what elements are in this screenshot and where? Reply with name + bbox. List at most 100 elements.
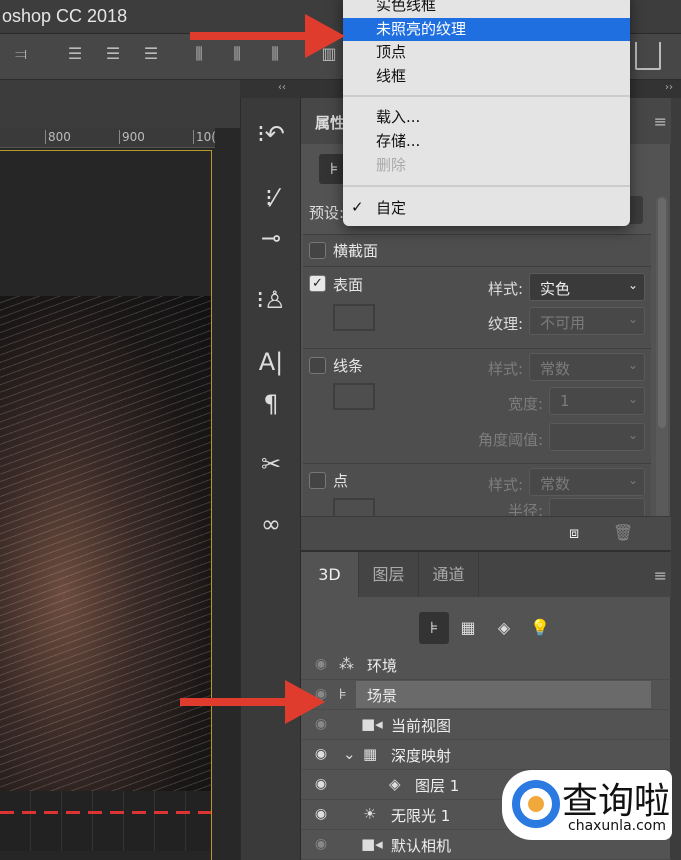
lines-checkbox[interactable]	[309, 357, 326, 374]
lines-angle-field[interactable]: ⌄	[549, 423, 645, 451]
surface-texture-dropdown[interactable]: 不可用 ⌄	[529, 307, 645, 335]
menu-item-load[interactable]: 载入...	[343, 106, 630, 129]
lines-style-dropdown[interactable]: 常数 ⌄	[529, 353, 645, 381]
scrollbar-thumb[interactable]	[658, 198, 666, 428]
watermark-text: 查询啦	[562, 781, 671, 822]
character-icon[interactable]: A|	[241, 342, 301, 382]
menu-item-solid-wireframe[interactable]: 实色线框	[343, 0, 630, 17]
watermark-url: chaxunla.com	[568, 818, 666, 834]
menu-item-vertices[interactable]: 顶点	[343, 41, 630, 64]
filter-material-icon[interactable]: ◈	[489, 612, 519, 644]
eye-icon[interactable]: ◉	[311, 836, 331, 852]
align-top-icon[interactable]: ☰	[64, 44, 86, 66]
tab-layers[interactable]: 图层	[359, 552, 419, 597]
surface-texture-label: 纹理:	[487, 315, 523, 333]
surface-label: 表面	[333, 276, 364, 294]
tree-row-current-view[interactable]: ◉ ■◂ 当前视图	[301, 710, 671, 740]
surface-style-dropdown[interactable]: 实色 ⌄	[529, 273, 645, 301]
chevron-down-icon: ⌄	[627, 392, 638, 406]
chevron-down-icon: ⌄	[627, 312, 638, 326]
lines-style-label: 样式:	[487, 360, 523, 378]
tab-3d[interactable]: 3D	[301, 552, 359, 597]
surface-checkbox[interactable]: ✓	[309, 275, 326, 292]
cross-section-checkbox[interactable]	[309, 242, 326, 259]
distribute-right-icon[interactable]: ⫼	[264, 44, 286, 66]
lines-width-field[interactable]: 1 ⌄	[549, 387, 645, 415]
annotation-arrow	[180, 698, 290, 706]
align-bottom-icon[interactable]: ☰	[140, 44, 162, 66]
camera-icon: ■◂	[361, 715, 383, 733]
brush-presets-icon[interactable]: ⁝⁄	[241, 178, 301, 218]
history-icon[interactable]: ⁝↶	[241, 114, 301, 154]
panel-menu-icon[interactable]: ≡	[654, 566, 667, 585]
menu-item-custom[interactable]: 自定	[343, 197, 630, 220]
surface-style-label: 样式:	[487, 280, 523, 298]
filter-light-icon[interactable]: 💡	[525, 612, 555, 644]
creative-cloud-icon[interactable]: ∞	[241, 504, 301, 544]
scene-icon: ⊧	[339, 685, 347, 703]
adjustments-icon[interactable]: ⊸	[241, 218, 301, 258]
watermark: 查询啦 chaxunla.com	[502, 770, 672, 840]
tool-presets-icon[interactable]: ✂	[241, 444, 301, 484]
eye-icon[interactable]: ◉	[311, 806, 331, 822]
points-color-swatch[interactable]	[333, 498, 375, 518]
chevron-down-icon: ⌄	[627, 358, 638, 372]
chevron-down-icon[interactable]: ⌄	[343, 745, 356, 763]
document-canvas[interactable]	[0, 150, 212, 860]
lines-label: 线条	[333, 357, 364, 375]
panel-menu-icon[interactable]: ≡	[654, 112, 667, 131]
expand-icon[interactable]: ››	[665, 82, 673, 93]
lines-color-swatch[interactable]	[333, 383, 375, 410]
collapse-icon[interactable]: ‹‹	[278, 82, 286, 93]
paragraph-icon[interactable]: ¶	[241, 384, 301, 424]
points-label: 点	[333, 472, 349, 490]
tree-row-scene[interactable]: ◉ ⊧ 场景	[301, 680, 671, 710]
menu-item-wireframe[interactable]: 线框	[343, 65, 630, 88]
points-section: 点 样式: 常数 ⌄ 半径:	[303, 463, 651, 518]
share-icon[interactable]	[635, 42, 661, 70]
points-radius-field[interactable]	[549, 498, 645, 518]
render-icon[interactable]: ⧈	[569, 523, 579, 543]
annotation-arrowhead	[285, 680, 325, 724]
lines-section: 线条 样式: 常数 ⌄ 宽度: 1 ⌄ 角度阈值: ⌄	[303, 348, 651, 463]
points-style-dropdown[interactable]: 常数 ⌄	[529, 468, 645, 496]
tab-channels[interactable]: 通道	[419, 552, 479, 597]
menu-item-delete: 删除	[376, 156, 407, 174]
properties-footer: ⧈ 🗑	[301, 516, 671, 550]
tree-row-depth-map[interactable]: ◉ ⌄ ▦ 深度映射	[301, 740, 671, 770]
mesh-icon: ▦	[363, 745, 378, 763]
horizontal-ruler: 800 900 10(	[0, 128, 216, 148]
surface-texture-value: 不可用	[540, 314, 586, 332]
menu-item-unlit-texture[interactable]: 未照亮的纹理	[343, 18, 630, 41]
ruler-tick: 800	[45, 130, 71, 144]
menu-separator	[343, 185, 630, 187]
menu-item-save[interactable]: 存储...	[343, 130, 630, 153]
distribute-left-icon[interactable]: ⫼	[188, 44, 210, 66]
artwork-image	[0, 296, 211, 796]
ruler-tick: 900	[119, 130, 145, 144]
ruler-tick: 10(	[193, 130, 216, 144]
lines-width-label: 宽度:	[507, 395, 543, 413]
filter-mesh-icon[interactable]: ▦	[453, 612, 483, 644]
align-right-icon[interactable]: ⫤	[10, 44, 32, 66]
panel-tabs: 3D 图层 通道 ≡	[301, 552, 671, 597]
document-tab-strip	[0, 80, 240, 128]
row-label: 无限光 1	[391, 807, 451, 825]
eye-icon[interactable]: ◉	[311, 746, 331, 762]
lines-width-value: 1	[560, 392, 570, 410]
eye-icon[interactable]: ◉	[311, 656, 331, 672]
points-checkbox[interactable]	[309, 472, 326, 489]
light-icon: ☀	[363, 805, 377, 823]
panel-title: 属性	[315, 114, 346, 132]
align-vcenter-icon[interactable]: ☰	[102, 44, 124, 66]
trash-icon[interactable]: 🗑	[613, 523, 633, 542]
annotation-arrow	[190, 32, 310, 40]
distribute-hcenter-icon[interactable]: ⫼	[226, 44, 248, 66]
tree-row-environment[interactable]: ◉ ⁂ 环境	[301, 650, 671, 680]
filter-scene-icon[interactable]: ⊧	[419, 612, 449, 644]
eye-icon[interactable]: ◉	[311, 776, 331, 792]
surface-color-swatch[interactable]	[333, 304, 375, 331]
lines-style-value: 常数	[540, 360, 571, 378]
preset-label: 预设:	[309, 204, 345, 222]
clone-source-icon[interactable]: ⁝♙	[241, 280, 301, 320]
